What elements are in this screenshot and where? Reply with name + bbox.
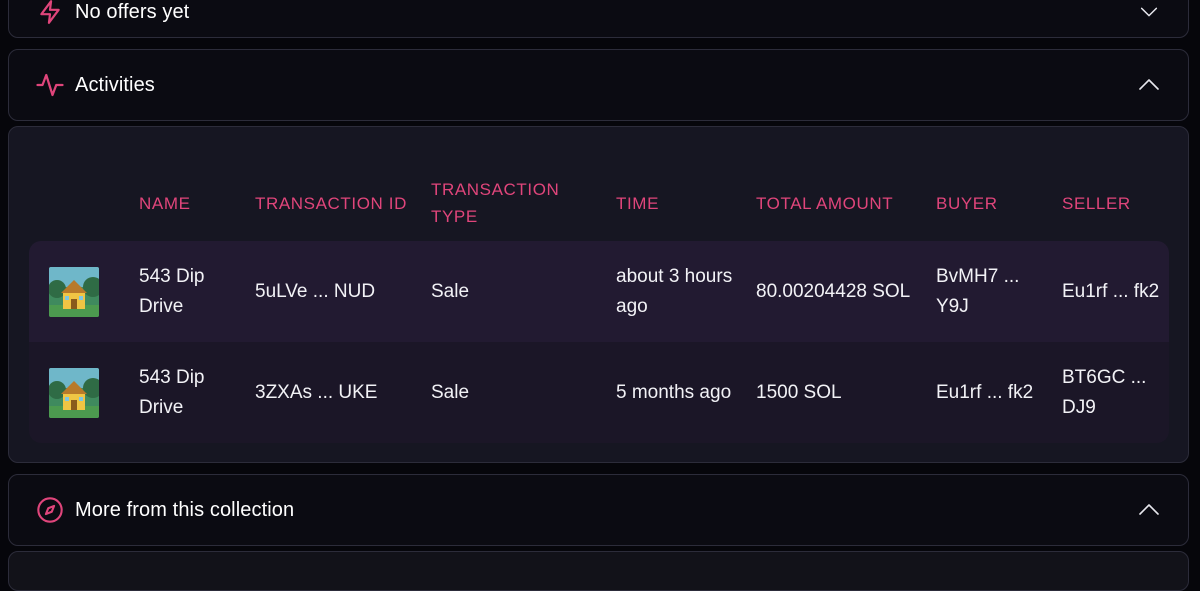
column-header-total-amount: TOTAL AMOUNT [756,193,894,213]
column-header-thumb [29,165,139,241]
thumbnail-cell [29,241,139,342]
total-amount: 80.00204428 SOL [756,241,936,342]
collection-items-panel [8,551,1189,591]
transaction-type: Sale [431,342,616,443]
column-header-time: TIME [616,193,660,213]
chevron-down-icon[interactable] [1136,0,1162,25]
activities-panel: Activities [8,49,1189,121]
buyer-address[interactable]: BvMH7 ... Y9J [936,241,1062,342]
item-name[interactable]: 543 Dip Drive [139,241,255,342]
transaction-type: Sale [431,241,616,342]
more-from-collection-title: More from this collection [75,498,295,521]
transaction-time: 5 months ago [616,342,756,443]
transaction-id[interactable]: 3ZXAs ... UKE [255,342,431,443]
table-header-row: NAME TRANSACTION ID TRANSACTION TYPE TIM… [29,165,1169,241]
column-header-buyer: BUYER [936,193,998,213]
nft-thumbnail-image[interactable] [49,266,99,317]
column-header-seller: SELLER [1062,193,1131,213]
column-header-transaction-type: TRANSACTION TYPE [431,180,560,226]
chevron-up-icon[interactable] [1136,72,1162,98]
transaction-id[interactable]: 5uLVe ... NUD [255,241,431,342]
column-header-transaction-id: TRANSACTION ID [255,193,407,213]
offers-panel: No offers yet [8,0,1189,38]
column-header-name: NAME [139,193,191,213]
more-from-collection-panel: More from this collection [8,474,1189,546]
activities-table: NAME TRANSACTION ID TRANSACTION TYPE TIM… [29,165,1169,443]
item-name[interactable]: 543 Dip Drive [139,342,255,443]
nft-thumbnail-image[interactable] [49,367,99,418]
chevron-up-icon[interactable] [1136,497,1162,523]
buyer-address[interactable]: Eu1rf ... fk2 [936,342,1062,443]
lightning-icon [35,0,65,27]
table-row[interactable]: 543 Dip Drive 5uLVe ... NUD Sale about 3… [29,241,1169,342]
seller-address[interactable]: Eu1rf ... fk2 [1062,241,1169,342]
activity-pulse-icon [35,70,65,100]
activities-header[interactable]: Activities [9,50,1188,120]
table-row[interactable]: 543 Dip Drive 3ZXAs ... UKE Sale 5 month… [29,342,1169,443]
transaction-time: about 3 hours ago [616,241,756,342]
offers-title: No offers yet [75,0,190,23]
compass-icon [35,495,65,525]
seller-address[interactable]: BT6GC ... DJ9 [1062,342,1169,443]
total-amount: 1500 SOL [756,342,936,443]
activities-title: Activities [75,73,155,96]
thumbnail-cell [29,342,139,443]
more-from-collection-header[interactable]: More from this collection [9,475,1188,545]
activities-body: NAME TRANSACTION ID TRANSACTION TYPE TIM… [8,126,1189,463]
offers-header[interactable]: No offers yet [9,0,1188,37]
